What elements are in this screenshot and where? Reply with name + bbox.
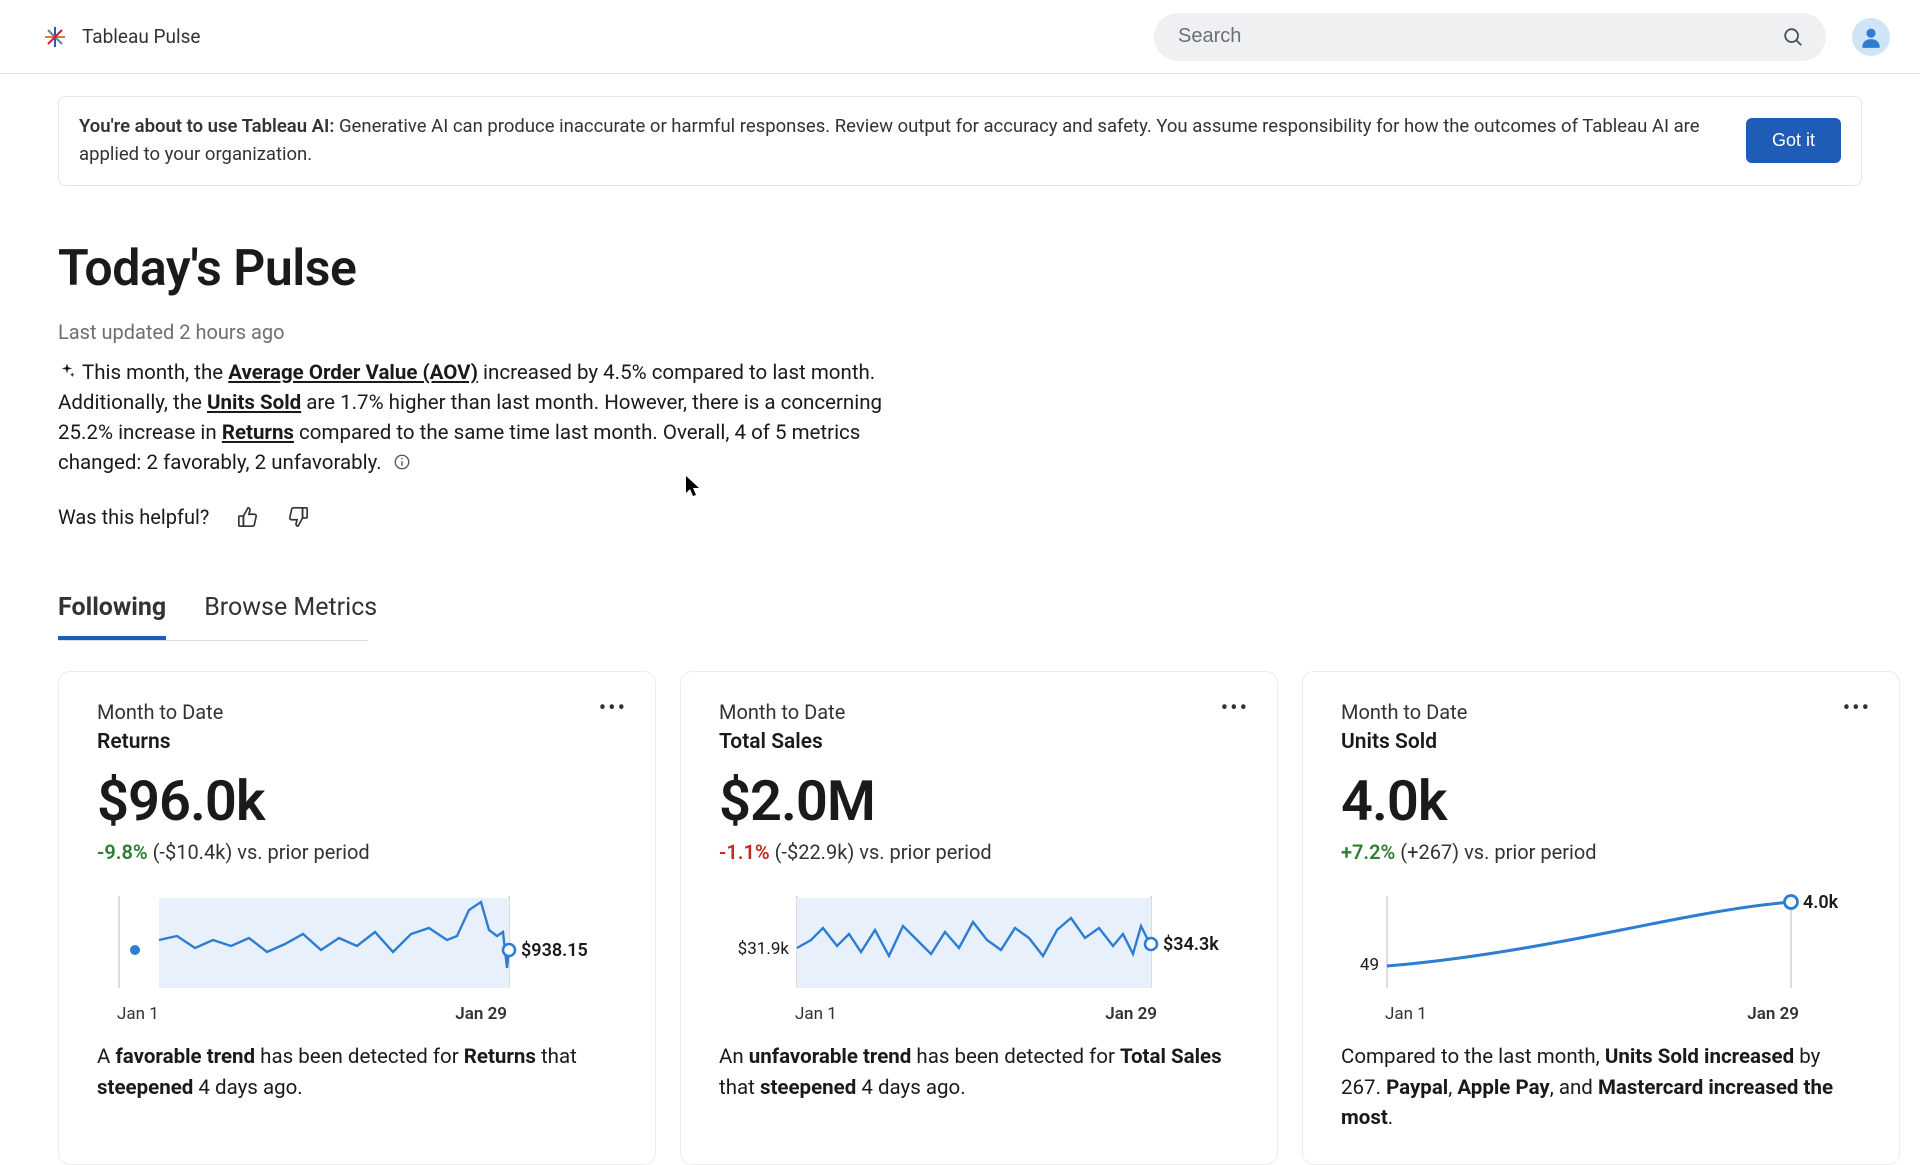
svg-text:$34.3k: $34.3k [1163,934,1219,955]
card-delta: +7.2% (+267) vs. prior period [1341,840,1861,864]
sparkline-chart: 49 4.0k Jan 1 Jan 29 [1341,888,1861,1012]
search-icon[interactable] [1782,26,1804,48]
card-delta: -1.1% (-$22.9k) vs. prior period [719,840,1239,864]
product-name: Tableau Pulse [82,25,200,48]
metric-card-units-sold[interactable]: ••• Month to Date Units Sold 4.0k +7.2% … [1302,671,1900,1165]
card-more-icon[interactable]: ••• [1221,696,1249,721]
page-title: Today's Pulse [58,240,1862,298]
info-icon[interactable] [393,453,411,471]
ai-summary: This month, the Average Order Value (AOV… [58,358,938,479]
avatar[interactable] [1852,18,1890,56]
card-more-icon[interactable]: ••• [1843,696,1871,721]
tableau-logo-icon [42,24,68,50]
returns-link[interactable]: Returns [222,421,294,445]
card-value: 4.0k [1341,768,1861,834]
axis-labels: Jan 1 Jan 29 [719,1004,1239,1024]
axis-labels: Jan 1 Jan 29 [1341,1004,1861,1024]
search-container [1154,13,1826,61]
card-title: Returns [97,730,617,754]
ai-notice-text: You're about to use Tableau AI: Generati… [79,113,1726,169]
tabs: Following Browse Metrics [58,593,1862,641]
card-period: Month to Date [1341,700,1861,724]
card-period: Month to Date [97,700,617,724]
card-value: $96.0k [97,768,617,834]
axis-labels: Jan 1 Jan 29 [97,1004,617,1024]
svg-text:49: 49 [1360,955,1379,975]
card-value: $2.0M [719,768,1239,834]
svg-text:$938.15: $938.15 [521,940,588,961]
search-input[interactable] [1154,13,1826,61]
card-more-icon[interactable]: ••• [599,696,627,721]
ai-notice-banner: You're about to use Tableau AI: Generati… [58,96,1862,186]
card-insight: An unfavorable trend has been detected f… [719,1042,1239,1104]
thumbs-down-button[interactable] [287,506,309,528]
sparkline-chart: $31.9k $34.3k Jan 1 Jan 29 [719,888,1239,1012]
card-insight: A favorable trend has been detected for … [97,1042,617,1104]
last-updated: Last updated 2 hours ago [58,320,1862,344]
got-it-button[interactable]: Got it [1746,118,1841,163]
card-delta: -9.8% (-$10.4k) vs. prior period [97,840,617,864]
product-logo[interactable]: Tableau Pulse [42,24,200,50]
feedback-label: Was this helpful? [58,505,209,529]
top-bar: Tableau Pulse [0,0,1920,74]
card-title: Units Sold [1341,730,1861,754]
metric-card-returns[interactable]: ••• Month to Date Returns $96.0k -9.8% (… [58,671,656,1165]
card-period: Month to Date [719,700,1239,724]
svg-text:$31.9k: $31.9k [738,939,790,959]
metric-card-total-sales[interactable]: ••• Month to Date Total Sales $2.0M -1.1… [680,671,1278,1165]
sparkline-chart: $938.15 Jan 1 Jan 29 [97,888,617,1012]
tab-following[interactable]: Following [58,593,166,640]
tab-browse-metrics[interactable]: Browse Metrics [204,593,377,640]
feedback-row: Was this helpful? [58,505,1862,529]
card-title: Total Sales [719,730,1239,754]
thumbs-up-button[interactable] [237,506,259,528]
sparkle-icon [58,362,76,380]
svg-text:4.0k: 4.0k [1803,892,1839,913]
cursor-icon [686,476,702,498]
units-sold-link[interactable]: Units Sold [207,391,301,415]
aov-link[interactable]: Average Order Value (AOV) [228,361,478,385]
card-insight: Compared to the last month, Units Sold i… [1341,1042,1861,1134]
metric-cards-row: ••• Month to Date Returns $96.0k -9.8% (… [58,671,1862,1165]
